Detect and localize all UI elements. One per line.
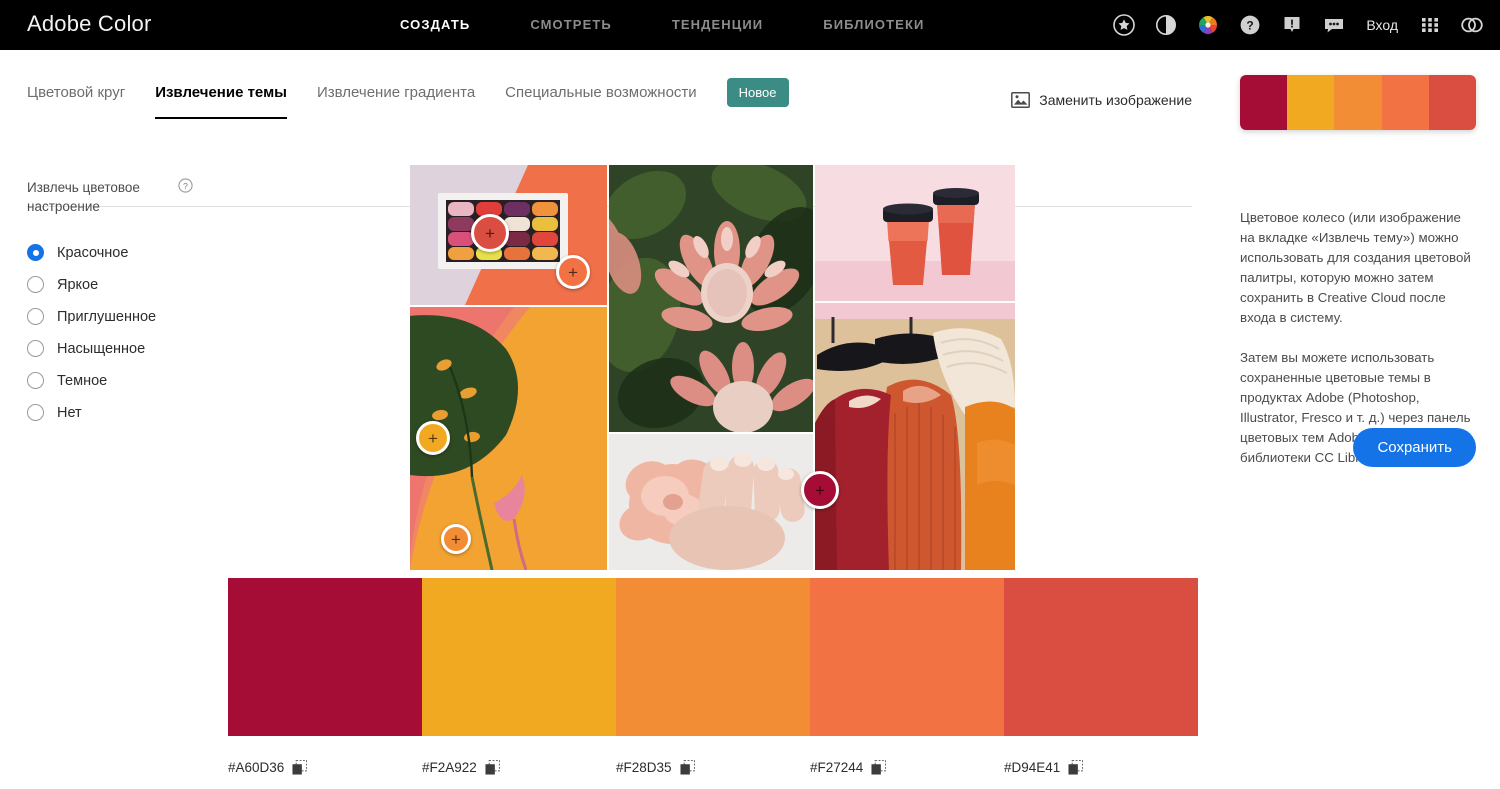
radio-option-muted[interactable]: Приглушенное: [27, 308, 227, 325]
hex-cell: #A60D36: [228, 760, 422, 775]
collage-image-clothing-rack[interactable]: [815, 303, 1015, 570]
notification-icon[interactable]: [1280, 13, 1304, 37]
hex-value: #F2A922: [422, 760, 477, 775]
copy-icon[interactable]: [1068, 760, 1084, 775]
hex-cell: #F27244: [810, 760, 1004, 775]
hex-cell: #F28D35: [616, 760, 810, 775]
mini-swatch-1: [1240, 75, 1288, 130]
color-sample-marker-2[interactable]: +: [556, 255, 590, 289]
radio-label: Темное: [57, 372, 108, 389]
help-circle-icon[interactable]: ?: [1238, 13, 1262, 37]
tab-extract-gradient[interactable]: Извлечение градиента: [317, 84, 475, 119]
tab-accessibility[interactable]: Специальные возможности: [505, 84, 697, 119]
feedback-icon[interactable]: [1322, 13, 1346, 37]
radio-label: Насыщенное: [57, 340, 146, 357]
hex-value-row: #A60D36 #F2A922 #F28D35 #F27244 #D94E41: [228, 760, 1198, 775]
help-circle-icon[interactable]: ?: [178, 178, 194, 198]
radio-indicator[interactable]: [27, 340, 44, 357]
svg-text:?: ?: [1247, 19, 1254, 33]
crosshair-icon: +: [568, 262, 578, 282]
color-sample-marker-1[interactable]: +: [471, 214, 509, 252]
nav-item-create[interactable]: СОЗДАТЬ: [400, 17, 470, 32]
radio-label: Красочное: [57, 244, 129, 261]
save-button[interactable]: Сохранить: [1353, 428, 1476, 467]
replace-image-button[interactable]: Заменить изображение: [1011, 92, 1192, 108]
copy-icon[interactable]: [485, 760, 500, 775]
sign-in-button[interactable]: Вход: [1366, 17, 1398, 33]
mini-swatch-4: [1381, 75, 1429, 130]
radio-option-none[interactable]: Нет: [27, 404, 227, 421]
crosshair-icon: +: [451, 529, 461, 549]
radio-indicator[interactable]: [27, 372, 44, 389]
collage-image-hand-flower[interactable]: [609, 434, 813, 570]
copy-icon[interactable]: [292, 760, 308, 775]
color-sample-marker-3[interactable]: +: [416, 421, 450, 455]
crosshair-icon: +: [815, 480, 825, 500]
copy-icon[interactable]: [680, 760, 695, 775]
radio-indicator[interactable]: [27, 276, 44, 293]
crosshair-icon: +: [485, 223, 495, 243]
hex-cell: #F2A922: [422, 760, 616, 775]
app-grid-icon[interactable]: [1418, 13, 1442, 37]
collage-image-coffee-cups[interactable]: [815, 165, 1015, 301]
color-wheel-icon[interactable]: [1196, 13, 1220, 37]
replace-image-label: Заменить изображение: [1039, 92, 1192, 108]
nav-item-trends[interactable]: ТЕНДЕНЦИИ: [672, 17, 763, 32]
hex-value: #D94E41: [1004, 760, 1061, 775]
collage-image-protea[interactable]: [609, 165, 813, 432]
hex-cell: #D94E41: [1004, 760, 1198, 775]
top-bar-icons: ? Вход: [1112, 0, 1484, 50]
radio-indicator[interactable]: [27, 404, 44, 421]
hex-value: #A60D36: [228, 760, 285, 775]
radio-option-colorful[interactable]: Красочное: [27, 244, 227, 261]
info-paragraph-1: Цветовое колесо (или изображение на вкла…: [1240, 210, 1471, 325]
contrast-icon[interactable]: [1154, 13, 1178, 37]
mini-swatch-3: [1334, 75, 1382, 130]
creative-cloud-icon[interactable]: [1460, 13, 1484, 37]
tab-extract-theme[interactable]: Извлечение темы: [155, 84, 287, 119]
radio-indicator[interactable]: [27, 308, 44, 325]
palette-swatch-1[interactable]: [228, 578, 422, 736]
extract-mood-title: Извлечь цветовое настроение: [27, 180, 140, 214]
color-palette: [228, 578, 1198, 736]
mini-swatch-5: [1428, 75, 1476, 130]
color-sample-marker-4[interactable]: +: [441, 524, 471, 554]
tab-list: Цветовой круг Извлечение темы Извлечение…: [27, 78, 789, 125]
radio-option-dark[interactable]: Темное: [27, 372, 227, 389]
radio-option-bright[interactable]: Яркое: [27, 276, 227, 293]
color-sample-marker-5[interactable]: +: [801, 471, 839, 509]
image-icon: [1011, 92, 1031, 108]
main-navigation: СОЗДАТЬ СМОТРЕТЬ ТЕНДЕНЦИИ БИБЛИОТЕКИ: [400, 17, 924, 32]
app-brand[interactable]: Adobe Color: [27, 11, 152, 37]
palette-swatch-5[interactable]: [1004, 578, 1198, 736]
new-badge[interactable]: Новое: [726, 78, 789, 107]
palette-swatch-3[interactable]: [616, 578, 810, 736]
copy-icon[interactable]: [871, 760, 887, 775]
image-collage[interactable]: + + + + +: [410, 165, 1015, 570]
info-panel: Цветовое колесо (или изображение на вкла…: [1240, 75, 1476, 468]
mood-radio-group: Красочное Яркое Приглушенное Насыщенное …: [27, 244, 227, 421]
nav-item-libraries[interactable]: БИБЛИОТЕКИ: [823, 17, 924, 32]
tab-color-wheel[interactable]: Цветовой круг: [27, 84, 125, 119]
radio-label: Яркое: [57, 276, 99, 293]
radio-label: Приглушенное: [57, 308, 157, 325]
radio-indicator[interactable]: [27, 244, 44, 261]
top-bar: Adobe Color СОЗДАТЬ СМОТРЕТЬ ТЕНДЕНЦИИ Б…: [0, 0, 1500, 50]
nav-item-explore[interactable]: СМОТРЕТЬ: [530, 17, 612, 32]
radio-option-deep[interactable]: Насыщенное: [27, 340, 227, 357]
crosshair-icon: +: [428, 428, 438, 448]
star-badge-icon[interactable]: [1112, 13, 1136, 37]
hex-value: #F27244: [810, 760, 864, 775]
extract-mood-panel: Извлечь цветовое настроение ? Красочное …: [27, 178, 227, 421]
palette-swatch-4[interactable]: [810, 578, 1004, 736]
radio-label: Нет: [57, 404, 82, 421]
hex-value: #F28D35: [616, 760, 672, 775]
mini-swatch-2: [1287, 75, 1335, 130]
palette-swatch-2[interactable]: [422, 578, 616, 736]
svg-text:?: ?: [184, 181, 189, 191]
mini-palette-preview[interactable]: [1240, 75, 1476, 130]
